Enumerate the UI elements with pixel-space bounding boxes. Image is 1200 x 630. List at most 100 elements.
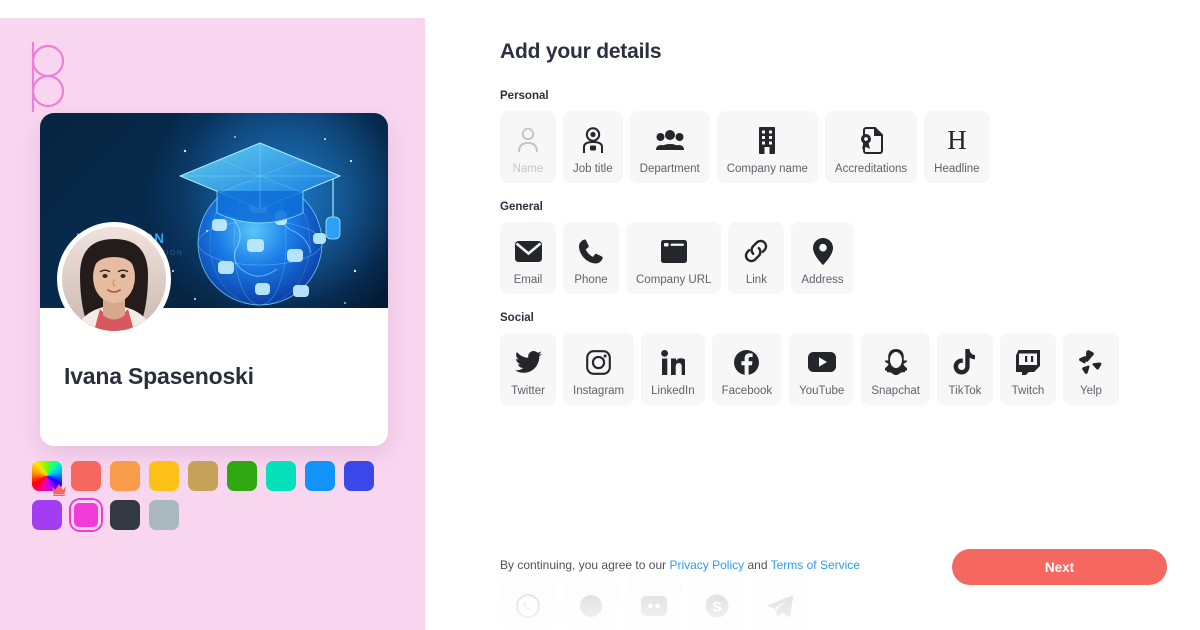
field-tile-telegram[interactable] <box>752 577 808 630</box>
tile-label: Twitter <box>511 385 545 397</box>
field-tile-job-title[interactable]: Job title <box>563 111 623 183</box>
people-group-icon <box>655 123 684 157</box>
color-swatch-gray[interactable] <box>149 500 179 530</box>
color-swatch-blue[interactable] <box>344 461 374 491</box>
swatch-fill <box>110 461 140 491</box>
tile-label: Headline <box>934 163 980 175</box>
tile-label: Instagram <box>573 385 625 397</box>
form-sections: Personal Name Job title Department Company n… <box>500 90 1200 405</box>
color-swatch-teal[interactable] <box>266 461 296 491</box>
svg-text:S: S <box>712 599 721 615</box>
section-general: General Email Phone Company URL Link Address <box>500 201 1200 294</box>
tile-label: Yelp <box>1079 385 1102 397</box>
field-tile-instagram[interactable]: Instagram <box>563 333 635 405</box>
color-swatch-tan[interactable] <box>188 461 218 491</box>
swatch-fill <box>266 461 296 491</box>
twitch-icon <box>1015 345 1040 379</box>
color-swatch-green[interactable] <box>227 461 257 491</box>
color-swatch-red[interactable] <box>71 461 101 491</box>
chain-link-icon <box>743 234 769 268</box>
crown-icon <box>51 483 67 496</box>
job-title-icon <box>580 123 606 157</box>
field-tile-company-name[interactable]: Company name <box>716 111 818 183</box>
next-button[interactable]: Next <box>952 549 1167 585</box>
card-body: Ivana Spasenoski <box>40 222 388 446</box>
phone-icon <box>579 234 603 268</box>
swatch-fill <box>32 500 62 530</box>
additional-tiles-preview[interactable]: S <box>500 577 808 630</box>
swatch-fill <box>74 503 98 527</box>
field-tile-name: Name <box>500 111 556 183</box>
linkedin-icon <box>661 345 685 379</box>
tile-label: Phone <box>574 274 608 286</box>
tile-label: Twitch <box>1011 385 1045 397</box>
field-tile-twitch[interactable]: Twitch <box>999 333 1056 405</box>
color-swatch-grid[interactable] <box>32 461 382 530</box>
field-tile-link[interactable]: Link <box>728 222 785 294</box>
tile-label: YouTube <box>799 385 845 397</box>
section-social: Social Twitter Instagram LinkedIn Facebook Yo… <box>500 312 1200 405</box>
field-tile-phone[interactable]: Phone <box>563 222 619 294</box>
color-swatch-light-blue[interactable] <box>305 461 335 491</box>
field-tile-accreditations[interactable]: Accreditations <box>824 111 918 183</box>
skype-icon: S <box>705 589 729 623</box>
field-tile-headline[interactable]: H Headline <box>924 111 990 183</box>
field-tile-facebook[interactable]: Facebook <box>711 333 783 405</box>
swatch-fill <box>344 461 374 491</box>
tile-label: Accreditations <box>834 163 908 175</box>
details-form-panel: Add your details Personal Name Job title De… <box>425 0 1200 630</box>
field-tile-whatsapp[interactable] <box>500 577 556 630</box>
tile-label: Link <box>745 274 767 286</box>
graduation-globe-graphic <box>155 121 370 308</box>
field-tile-circle-app[interactable] <box>563 577 619 630</box>
field-tile-snapchat[interactable]: Snapchat <box>861 333 930 405</box>
field-tile-yelp[interactable]: Yelp <box>1062 333 1119 405</box>
page-title: Add your details <box>500 40 662 63</box>
swatch-fill <box>305 461 335 491</box>
tile-label: LinkedIn <box>651 385 695 397</box>
profile-card[interactable]: EDUCATION VECTOR ILLUSTRATION <box>40 113 388 446</box>
color-swatch-magenta[interactable] <box>71 500 101 530</box>
swatch-fill <box>71 461 101 491</box>
browser-window-icon <box>660 234 687 268</box>
onboarding-screen: EDUCATION VECTOR ILLUSTRATION <box>0 0 1200 630</box>
snapchat-icon <box>884 345 907 379</box>
field-tile-company-url[interactable]: Company URL <box>626 222 722 294</box>
tile-label: Facebook <box>721 385 773 397</box>
field-tile-tiktok[interactable]: TikTok <box>936 333 993 405</box>
field-tile-discord[interactable] <box>626 577 682 630</box>
field-tile-youtube[interactable]: YouTube <box>789 333 855 405</box>
section-label-social: Social <box>500 312 534 324</box>
field-tile-email[interactable]: Email <box>500 222 556 294</box>
circle-app-icon <box>579 589 603 623</box>
legal-middle: and <box>744 558 771 572</box>
certificate-icon <box>859 123 884 157</box>
tile-label: Job title <box>573 163 613 175</box>
color-swatch-purple[interactable] <box>32 500 62 530</box>
color-swatch-yellow[interactable] <box>149 461 179 491</box>
color-swatch-custom-rainbow[interactable] <box>32 461 66 496</box>
legal-prefix: By continuing, you agree to our <box>500 558 670 572</box>
field-tile-address[interactable]: Address <box>791 222 854 294</box>
privacy-policy-link[interactable]: Privacy Policy <box>669 558 744 572</box>
tile-label: Address <box>801 274 844 286</box>
envelope-icon <box>514 234 542 268</box>
field-tile-department[interactable]: Department <box>629 111 710 183</box>
swatch-fill <box>227 461 257 491</box>
swatch-fill <box>188 461 218 491</box>
whatsapp-icon <box>516 589 540 623</box>
swatch-fill <box>149 461 179 491</box>
card-display-name: Ivana Spasenoski <box>64 363 254 389</box>
field-tile-skype[interactable]: S <box>689 577 745 630</box>
terms-of-service-link[interactable]: Terms of Service <box>771 558 860 572</box>
field-tile-twitter[interactable]: Twitter <box>500 333 556 405</box>
color-swatch-charcoal[interactable] <box>110 500 140 530</box>
swatch-fill <box>110 500 140 530</box>
tile-label: Email <box>513 274 543 286</box>
tile-row-social: Twitter Instagram LinkedIn Facebook YouTube S… <box>500 333 1200 405</box>
color-swatch-orange[interactable] <box>110 461 140 491</box>
tile-label: TikTok <box>948 385 982 397</box>
map-pin-icon <box>812 234 833 268</box>
svg-text:H: H <box>947 127 967 153</box>
field-tile-linkedin[interactable]: LinkedIn <box>641 333 705 405</box>
